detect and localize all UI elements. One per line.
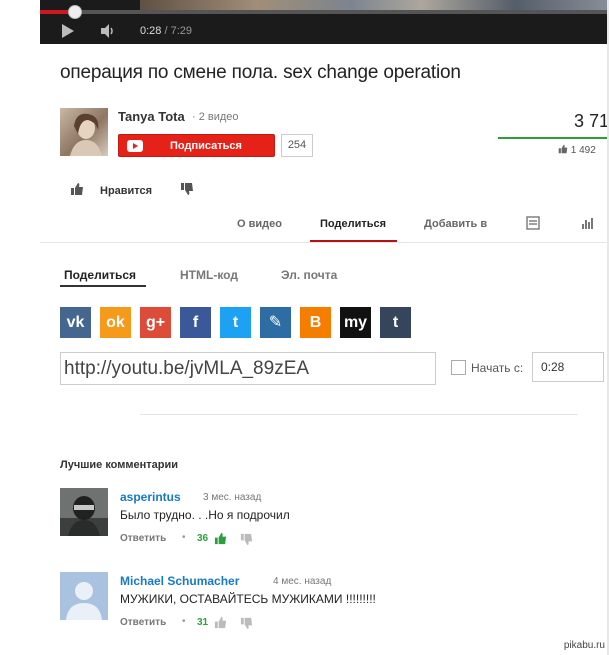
facebook-icon: f: [192, 314, 199, 331]
channel-avatar[interactable]: [60, 108, 108, 156]
current-time: 0:28: [140, 25, 162, 37]
youtube-logo-icon: [127, 140, 143, 152]
tab-add-to[interactable]: Добавить в: [424, 218, 487, 230]
comment-thumbs-down-icon[interactable]: [240, 533, 253, 546]
start-at-input[interactable]: [532, 352, 604, 382]
myspace-icon: my: [343, 314, 368, 331]
comment-thumbs-up-icon[interactable]: [214, 532, 227, 545]
reply-button[interactable]: Ответить: [120, 617, 166, 628]
video-player[interactable]: 0:28 / 7:29: [40, 0, 609, 44]
progress-track[interactable]: [40, 10, 609, 14]
thumbs-down-icon[interactable]: [180, 182, 194, 196]
thumbs-up-small-icon: [558, 144, 568, 154]
share-facebook-button[interactable]: f: [180, 307, 211, 338]
comment-author[interactable]: asperintus: [120, 490, 181, 504]
comment-like-count: 31: [197, 617, 209, 628]
avatar-portrait-icon: [70, 113, 102, 156]
subscribe-button[interactable]: Подписаться: [118, 134, 275, 157]
share-vk-button[interactable]: vk: [60, 307, 91, 338]
share-blogger-button[interactable]: B: [300, 307, 331, 338]
channel-video-count[interactable]: · 2 видео: [192, 111, 239, 123]
subtab-embed[interactable]: HTML-код: [180, 268, 238, 282]
view-count: 3 71: [573, 111, 609, 131]
comment-avatar[interactable]: [60, 572, 108, 620]
share-odnoklassniki-button[interactable]: ok: [100, 307, 131, 338]
tab-share[interactable]: Поделиться: [320, 218, 386, 230]
share-google-plus-button[interactable]: g+: [140, 307, 171, 338]
comment-text: Было трудно. . .Но я подрочил: [120, 508, 290, 522]
play-icon[interactable]: [62, 24, 74, 38]
comment-avatar[interactable]: [60, 488, 108, 536]
start-at-checkbox[interactable]: [451, 360, 466, 375]
comment-thumbs-up-icon[interactable]: [214, 616, 227, 629]
watermark: pikabu.ru: [563, 640, 605, 651]
like-count-summary: 1 492: [558, 144, 596, 156]
comment-like-count: 36: [197, 533, 209, 544]
comment-date[interactable]: 4 мес. назад: [273, 576, 331, 587]
comment-author[interactable]: Michael Schumacher: [120, 574, 239, 588]
video-frame-strip: [140, 0, 609, 10]
share-livejournal-button[interactable]: ✎: [260, 307, 291, 338]
share-divider: [140, 414, 578, 415]
subtab-share[interactable]: Поделиться: [64, 268, 136, 282]
tabs-divider: [40, 242, 609, 243]
share-tumblr-button[interactable]: t: [380, 307, 411, 338]
comment-date[interactable]: 3 мес. назад: [203, 492, 261, 503]
share-myspace-button[interactable]: my: [340, 307, 371, 338]
odnoklassniki-icon: ok: [106, 314, 125, 331]
twitter-icon: t: [232, 314, 239, 331]
like-ratio-fill: [498, 137, 609, 139]
separator-dot: •: [182, 532, 186, 543]
commenter-photo-icon: [60, 488, 108, 536]
progress-scrubber[interactable]: [68, 5, 83, 19]
like-count: 1 492: [570, 145, 596, 156]
transcript-icon[interactable]: [526, 216, 540, 230]
vk-icon: vk: [66, 314, 85, 331]
comment-thumbs-down-icon[interactable]: [240, 617, 253, 630]
livejournal-icon: ✎: [268, 314, 283, 331]
google-plus-icon: g+: [145, 314, 166, 331]
default-user-icon: [60, 572, 108, 620]
share-twitter-button[interactable]: t: [220, 307, 251, 338]
channel-name[interactable]: Tanya Tota: [118, 109, 185, 124]
reply-button[interactable]: Ответить: [120, 533, 166, 544]
duration: / 7:29: [164, 25, 193, 37]
top-comments-heading: Лучшие комментарии: [60, 459, 179, 471]
blogger-icon: B: [309, 314, 322, 331]
tab-about[interactable]: О видео: [237, 218, 282, 230]
subscribe-label: Подписаться: [170, 140, 242, 152]
like-ratio-bar: [498, 137, 609, 139]
active-subtab-indicator: [60, 285, 146, 287]
subscriber-count: 254: [281, 134, 313, 157]
share-url-input[interactable]: [60, 352, 436, 385]
subtab-email[interactable]: Эл. почта: [281, 268, 337, 282]
tumblr-icon: t: [392, 314, 399, 331]
thumbs-up-icon[interactable]: [70, 182, 84, 196]
like-button-label[interactable]: Нравится: [100, 185, 152, 197]
comment-text: МУЖИКИ, ОСТАВАЙТЕСЬ МУЖИКАМИ !!!!!!!!!: [120, 592, 376, 606]
separator-dot: •: [182, 616, 186, 627]
volume-icon[interactable]: [100, 24, 116, 38]
statistics-icon[interactable]: [581, 216, 595, 230]
time-display: 0:28 / 7:29: [140, 25, 192, 37]
video-title: операция по смене пола. sex change opera…: [60, 62, 461, 83]
start-at-label: Начать с:: [471, 361, 524, 375]
